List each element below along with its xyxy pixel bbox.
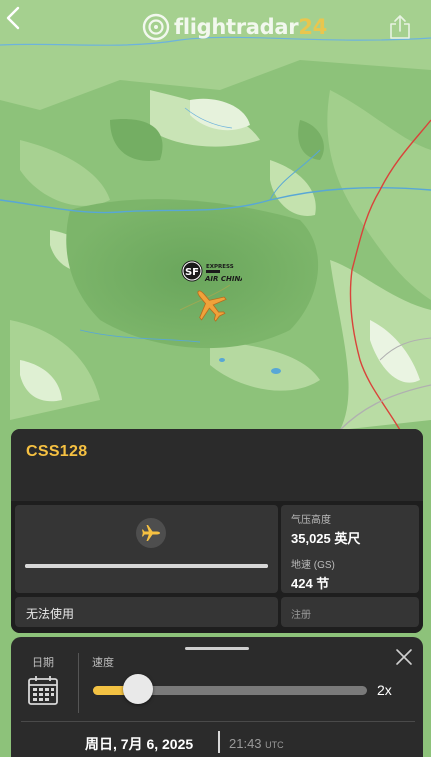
playback-date[interactable]: 周日, 7月 6, 2025 bbox=[85, 734, 193, 754]
flight-progress-fill bbox=[25, 564, 268, 568]
flight-card-header[interactable]: CSS128 bbox=[11, 429, 423, 501]
flight-stats-box: 气压高度 35,025 英尺 地速 (GS) 424 节 bbox=[281, 505, 419, 593]
chevron-left-icon bbox=[6, 6, 20, 30]
altitude-stat: 气压高度 35,025 英尺 bbox=[291, 511, 409, 547]
radar-logo-icon bbox=[142, 13, 170, 41]
panel-drag-handle[interactable] bbox=[185, 647, 249, 650]
altitude-label: 气压高度 bbox=[291, 515, 331, 526]
flight-progress-bar bbox=[25, 564, 268, 568]
back-button[interactable] bbox=[2, 4, 26, 32]
svg-text:AIR CHINA: AIR CHINA bbox=[204, 275, 242, 283]
airline-logo[interactable]: SF EXPRESS AIR CHINA bbox=[180, 258, 242, 286]
route-progress-box bbox=[15, 505, 278, 593]
playback-panel: 日期 速度 2x 周日, 7月 6, 2025 21:43 UTC bbox=[11, 637, 423, 757]
svg-text:EXPRESS: EXPRESS bbox=[206, 264, 234, 270]
playback-time[interactable]: 21:43 UTC bbox=[229, 736, 284, 751]
airplane-icon bbox=[142, 525, 160, 541]
svg-text:SF: SF bbox=[185, 267, 199, 278]
speed-slider-thumb[interactable] bbox=[123, 674, 153, 704]
speed-value: 2x bbox=[377, 682, 392, 698]
calendar-button[interactable] bbox=[27, 674, 59, 706]
ground-speed-label: 地速 (GS) bbox=[291, 560, 335, 571]
close-playback-button[interactable] bbox=[394, 647, 414, 667]
calendar-icon bbox=[28, 676, 58, 705]
registration-label: 注册 bbox=[281, 597, 419, 627]
aircraft-marker[interactable] bbox=[190, 285, 230, 325]
altitude-value: 35,025 英尺 bbox=[291, 531, 361, 546]
ground-speed-stat: 地速 (GS) 424 节 bbox=[291, 556, 409, 592]
speed-label: 速度 bbox=[92, 657, 114, 669]
share-button[interactable] bbox=[388, 14, 412, 40]
ground-speed-value: 424 节 bbox=[291, 576, 330, 591]
panel-divider-horizontal bbox=[21, 721, 415, 722]
route-plane-badge bbox=[136, 518, 166, 548]
sf-express-logo-icon: SF EXPRESS AIR CHINA bbox=[181, 260, 242, 283]
flight-callsign: CSS128 bbox=[26, 443, 88, 460]
date-time-separator bbox=[218, 731, 220, 753]
share-icon bbox=[390, 15, 410, 39]
logo-wordmark: flightradar24 bbox=[174, 15, 327, 39]
playback-time-value: 21:43 bbox=[229, 736, 262, 751]
flightradar24-logo: flightradar24 bbox=[142, 10, 327, 44]
flight-status: 无法使用 bbox=[15, 597, 278, 627]
flight-info-card[interactable]: CSS128 气压高度 35,025 英尺 地速 (GS) 424 节 无法使用 bbox=[11, 429, 423, 633]
aircraft-icon bbox=[197, 290, 227, 322]
playback-time-zone: UTC bbox=[265, 740, 284, 750]
close-icon bbox=[396, 649, 412, 665]
date-label: 日期 bbox=[32, 657, 54, 669]
flight-card-body: 气压高度 35,025 英尺 地速 (GS) 424 节 无法使用 注册 bbox=[11, 501, 423, 633]
panel-divider-vertical bbox=[78, 653, 79, 713]
